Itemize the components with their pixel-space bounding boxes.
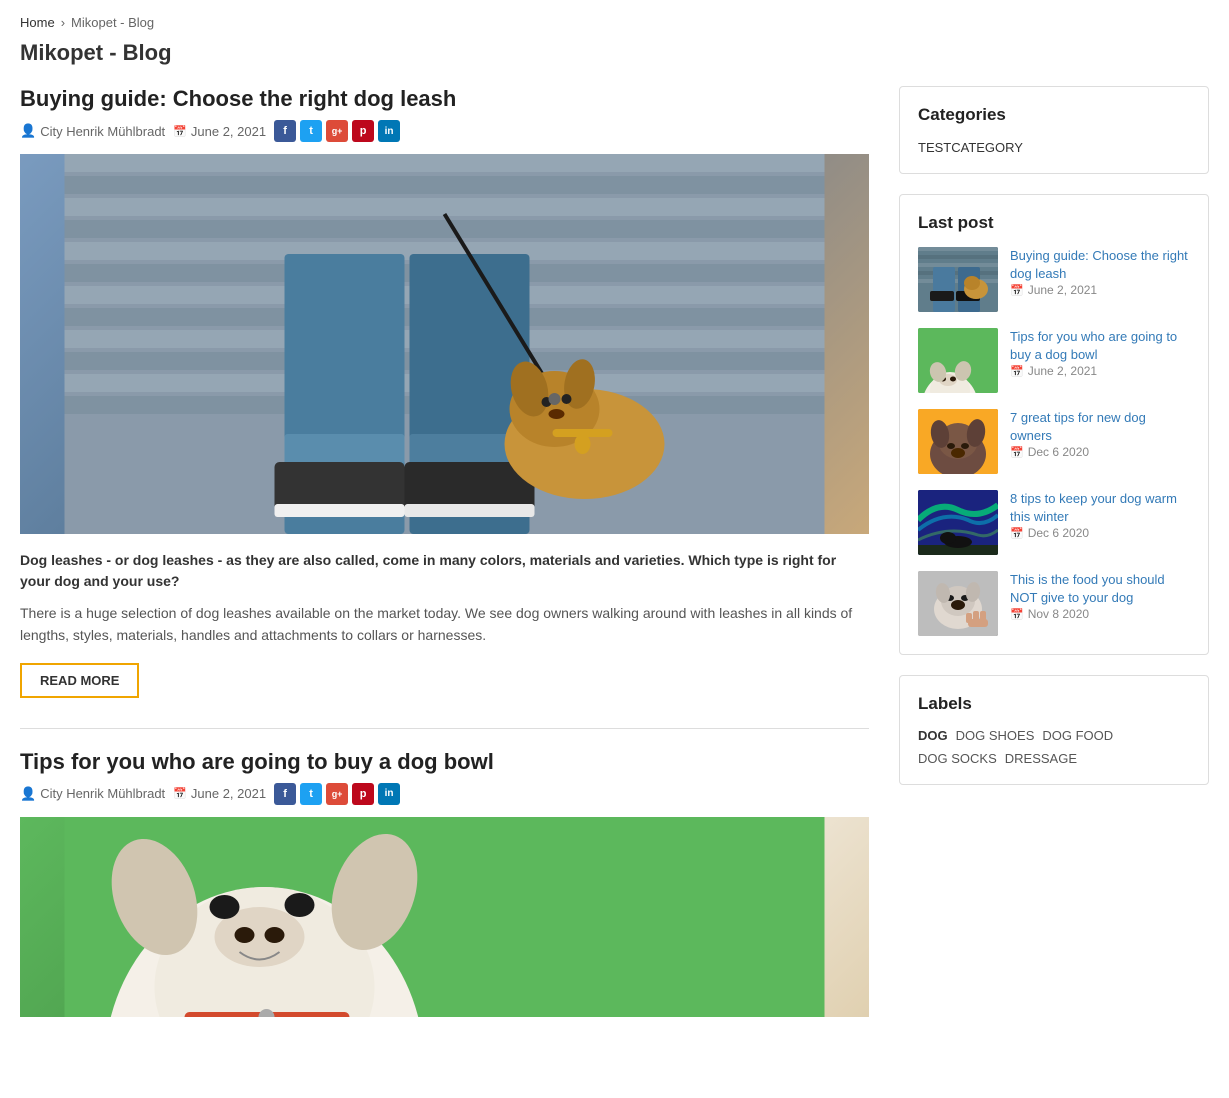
article-summary: There is a huge selection of dog leashes… <box>20 602 869 647</box>
labels-title: Labels <box>918 694 1190 714</box>
last-post-thumb-0 <box>918 247 998 312</box>
breadcrumb: Home › Mikopet - Blog <box>20 15 1209 30</box>
article-dog-leash: Buying guide: Choose the right dog leash… <box>20 86 869 698</box>
label-dog-shoes[interactable]: DOG SHOES <box>956 728 1035 743</box>
cal-icon-1: 📅 <box>1010 365 1024 378</box>
label-dressage[interactable]: DRESSAGE <box>1005 751 1077 766</box>
article-divider <box>20 728 869 729</box>
share-pinterest[interactable]: p <box>352 120 374 142</box>
breadcrumb-separator: › <box>61 15 65 30</box>
last-post-item-3: 8 tips to keep your dog warm this winter… <box>918 490 1190 555</box>
cal-icon-2: 📅 <box>1010 446 1024 459</box>
label-dog-food[interactable]: DOG FOOD <box>1042 728 1113 743</box>
last-post-item-0: Buying guide: Choose the right dog leash… <box>918 247 1190 312</box>
last-post-info-3: 8 tips to keep your dog warm this winter… <box>1010 490 1190 540</box>
calendar-icon: 📅 <box>173 125 187 138</box>
last-post-info-4: This is the food you should NOT give to … <box>1010 571 1190 621</box>
breadcrumb-home[interactable]: Home <box>20 15 55 30</box>
author-name-2: City Henrik Mühlbradt <box>40 786 165 801</box>
share-googleplus-2[interactable]: g+ <box>326 783 348 805</box>
last-post-thumb-4 <box>918 571 998 636</box>
article-meta-dog-bowl: 👤 City Henrik Mühlbradt 📅 June 2, 2021 f… <box>20 783 869 805</box>
last-post-link-0[interactable]: Buying guide: Choose the right dog leash <box>1010 248 1188 281</box>
last-post-thumb-3 <box>918 490 998 555</box>
article-summary-bold: Dog leashes - or dog leashes - as they a… <box>20 550 869 592</box>
date-text: June 2, 2021 <box>191 124 266 139</box>
share-twitter[interactable]: t <box>300 120 322 142</box>
last-post-item-1: Tips for you who are going to buy a dog … <box>918 328 1190 393</box>
share-linkedin-2[interactable]: in <box>378 783 400 805</box>
article-title-dog-leash: Buying guide: Choose the right dog leash <box>20 86 869 112</box>
share-twitter-2[interactable]: t <box>300 783 322 805</box>
article-author: 👤 City Henrik Mühlbradt <box>20 123 165 139</box>
share-linkedin[interactable]: in <box>378 120 400 142</box>
page-wrapper: Home › Mikopet - Blog Mikopet - Blog Buy… <box>0 0 1229 1062</box>
category-testcategory[interactable]: TESTCATEGORY <box>918 140 1023 155</box>
last-post-item-4: This is the food you should NOT give to … <box>918 571 1190 636</box>
article-meta-dog-leash: 👤 City Henrik Mühlbradt 📅 June 2, 2021 f… <box>20 120 869 142</box>
person-icon-2: 👤 <box>20 786 36 802</box>
cal-icon-0: 📅 <box>1010 284 1024 297</box>
last-post-link-1[interactable]: Tips for you who are going to buy a dog … <box>1010 329 1177 362</box>
last-post-date-4: 📅 Nov 8 2020 <box>1010 607 1190 621</box>
share-pinterest-2[interactable]: p <box>352 783 374 805</box>
article-author-2: 👤 City Henrik Mühlbradt <box>20 786 165 802</box>
sidebar: Categories TESTCATEGORY Last post <box>899 86 1209 1047</box>
article-title-dog-bowl: Tips for you who are going to buy a dog … <box>20 749 869 775</box>
date-text-2: June 2, 2021 <box>191 786 266 801</box>
last-post-thumb-2 <box>918 409 998 474</box>
article-image-dog-leash <box>20 154 869 534</box>
main-content: Buying guide: Choose the right dog leash… <box>20 86 869 1047</box>
last-post-link-3[interactable]: 8 tips to keep your dog warm this winter <box>1010 491 1177 524</box>
categories-card: Categories TESTCATEGORY <box>899 86 1209 174</box>
label-dog[interactable]: DOG <box>918 728 948 743</box>
share-facebook-2[interactable]: f <box>274 783 296 805</box>
layout: Buying guide: Choose the right dog leash… <box>20 86 1209 1047</box>
last-post-date-1: 📅 June 2, 2021 <box>1010 364 1190 378</box>
last-post-link-4[interactable]: This is the food you should NOT give to … <box>1010 572 1165 605</box>
last-post-date-0: 📅 June 2, 2021 <box>1010 283 1190 297</box>
share-googleplus[interactable]: g+ <box>326 120 348 142</box>
cal-icon-3: 📅 <box>1010 527 1024 540</box>
labels-list: DOG DOG SHOES DOG FOOD DOG SOCKS DRESSAG… <box>918 728 1190 766</box>
last-post-info-0: Buying guide: Choose the right dog leash… <box>1010 247 1190 297</box>
last-post-info-1: Tips for you who are going to buy a dog … <box>1010 328 1190 378</box>
read-more-button-dog-leash[interactable]: READ MORE <box>20 663 139 698</box>
last-post-item-2: 7 great tips for new dog owners 📅 Dec 6 … <box>918 409 1190 474</box>
last-post-link-2[interactable]: 7 great tips for new dog owners <box>1010 410 1146 443</box>
breadcrumb-current: Mikopet - Blog <box>71 15 154 30</box>
article-date: 📅 June 2, 2021 <box>173 124 266 139</box>
last-post-date-3: 📅 Dec 6 2020 <box>1010 526 1190 540</box>
article-date-2: 📅 June 2, 2021 <box>173 786 266 801</box>
cal-icon-4: 📅 <box>1010 608 1024 621</box>
label-dog-socks[interactable]: DOG SOCKS <box>918 751 997 766</box>
categories-title: Categories <box>918 105 1190 125</box>
last-post-date-2: 📅 Dec 6 2020 <box>1010 445 1190 459</box>
last-post-card: Last post <box>899 194 1209 655</box>
social-icons: f t g+ p in <box>274 120 400 142</box>
article-image-dog-bowl <box>20 817 869 1017</box>
social-icons-2: f t g+ p in <box>274 783 400 805</box>
calendar-icon-2: 📅 <box>173 787 187 800</box>
article-dog-bowl: Tips for you who are going to buy a dog … <box>20 749 869 1017</box>
author-name: City Henrik Mühlbradt <box>40 124 165 139</box>
last-post-info-2: 7 great tips for new dog owners 📅 Dec 6 … <box>1010 409 1190 459</box>
last-post-thumb-1 <box>918 328 998 393</box>
share-facebook[interactable]: f <box>274 120 296 142</box>
page-title: Mikopet - Blog <box>20 40 1209 66</box>
labels-card: Labels DOG DOG SHOES DOG FOOD DOG SOCKS … <box>899 675 1209 785</box>
last-post-title: Last post <box>918 213 1190 233</box>
person-icon: 👤 <box>20 123 36 139</box>
